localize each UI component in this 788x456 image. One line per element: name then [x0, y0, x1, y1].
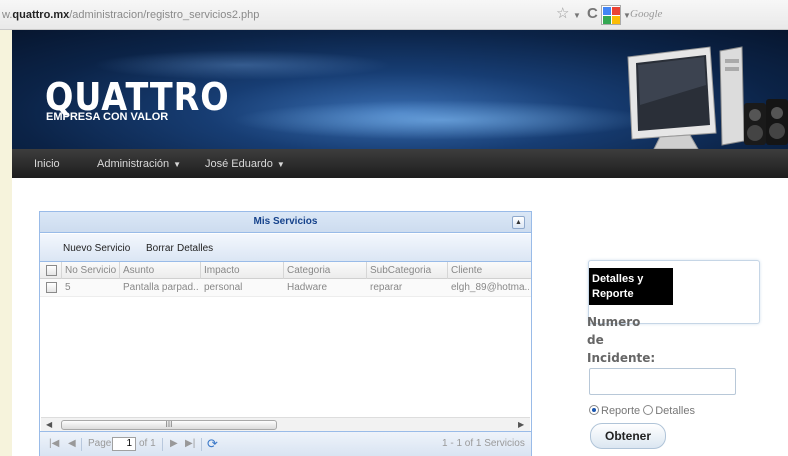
- grid-column-header: No Servicio Asunto Impacto Categoria Sub…: [40, 262, 531, 279]
- chevron-down-icon: ▼: [276, 160, 285, 169]
- page-root: w.quattro.mx/administracion/registro_ser…: [0, 0, 788, 456]
- obtener-button[interactable]: Obtener: [590, 423, 666, 449]
- url-text[interactable]: w.quattro.mx/administracion/registro_ser…: [2, 9, 259, 21]
- radio-option-detalles[interactable]: Detalles: [643, 405, 695, 417]
- last-page-icon[interactable]: ▶|: [185, 438, 195, 449]
- main-nav: Inicio Administración ▼ José Eduardo ▼: [12, 149, 788, 178]
- grid-title: Mis Servicios: [253, 216, 318, 227]
- radio-button-selected[interactable]: [589, 405, 599, 415]
- nav-item-label: José Eduardo: [205, 158, 273, 170]
- prev-page-icon[interactable]: ◀: [68, 438, 76, 449]
- table-row[interactable]: 5 Pantalla parpad... personal Hadware re…: [40, 279, 531, 297]
- services-grid: Mis Servicios ▲ Nuevo Servicio Borrar De…: [39, 211, 532, 456]
- refresh-icon[interactable]: ⟳: [207, 436, 218, 452]
- table-cell: reparar: [370, 282, 403, 293]
- table-cell: personal: [204, 282, 243, 293]
- computer-image: [627, 46, 788, 149]
- google-engine-icon[interactable]: [601, 5, 621, 25]
- grid-pager: |◀ ◀ Page 1 of 1 ▶ ▶| ⟳ 1 - 1 of 1 Servi…: [40, 431, 531, 456]
- column-divider: [283, 262, 284, 279]
- column-header[interactable]: Cliente: [451, 265, 482, 276]
- column-header[interactable]: SubCategoria: [370, 265, 431, 276]
- nav-item-inicio[interactable]: Inicio: [34, 158, 60, 170]
- first-page-icon[interactable]: |◀: [49, 438, 59, 449]
- delete-button[interactable]: Borrar: [146, 243, 174, 254]
- radio-label: Reporte: [601, 405, 641, 417]
- radio-label: Detalles: [655, 405, 695, 417]
- scroll-grip: III: [165, 420, 173, 429]
- incident-number-label: Numero de Incidente:: [587, 315, 656, 365]
- chevron-down-icon: ▼: [173, 160, 182, 169]
- url-path: /administracion/registro_servicios2.php: [69, 9, 260, 21]
- left-margin: [0, 30, 12, 456]
- header-banner: QUATTRO EMPRESA CON VALOR: [12, 30, 788, 149]
- pager-divider: [162, 438, 163, 451]
- pager-divider: [201, 438, 202, 451]
- nav-item-label: Inicio: [34, 158, 60, 170]
- brand-tagline: EMPRESA CON VALOR: [46, 111, 169, 123]
- grid-header: Mis Servicios ▲: [40, 212, 531, 233]
- nav-item-label: Administración: [97, 158, 170, 170]
- chevron-up-icon: ▲: [515, 219, 522, 226]
- search-input[interactable]: Google: [630, 8, 788, 20]
- nav-item-user[interactable]: José Eduardo ▼: [205, 158, 285, 170]
- table-cell: Pantalla parpad...: [123, 282, 199, 293]
- next-page-icon[interactable]: ▶: [170, 438, 178, 449]
- scroll-thumb[interactable]: III: [61, 420, 277, 430]
- column-divider: [119, 262, 120, 279]
- bookmark-star-icon[interactable]: ☆: [556, 6, 569, 22]
- horizontal-scrollbar[interactable]: ◀ III ▶: [41, 417, 530, 431]
- nav-item-administracion[interactable]: Administración ▼: [97, 158, 181, 170]
- table-cell: elgh_89@hotma...: [451, 282, 529, 293]
- scroll-right-icon[interactable]: ▶: [518, 420, 524, 429]
- page-number-input[interactable]: 1: [112, 437, 136, 451]
- reload-icon[interactable]: C: [587, 6, 598, 22]
- details-form-title: Detalles y Reporte: [589, 268, 673, 305]
- collapse-button[interactable]: ▲: [512, 216, 525, 229]
- column-header[interactable]: Categoria: [287, 265, 330, 276]
- details-button[interactable]: Detalles: [177, 243, 213, 254]
- column-header[interactable]: No Servicio: [65, 265, 116, 276]
- select-all-checkbox[interactable]: [46, 265, 57, 276]
- scroll-left-icon[interactable]: ◀: [46, 420, 52, 429]
- column-divider: [200, 262, 201, 279]
- column-divider: [447, 262, 448, 279]
- table-cell: Hadware: [287, 282, 328, 293]
- column-header[interactable]: Asunto: [123, 265, 154, 276]
- incident-number-input[interactable]: [589, 368, 736, 395]
- pager-summary: 1 - 1 of 1 Servicios: [442, 438, 525, 449]
- banner-light-streak: [232, 100, 652, 140]
- table-cell: 5: [65, 282, 71, 293]
- history-dropdown-icon[interactable]: ▼: [573, 11, 581, 20]
- page-label: Page: [88, 438, 112, 449]
- radio-option-reporte[interactable]: Reporte: [589, 405, 640, 417]
- column-header[interactable]: Impacto: [204, 265, 240, 276]
- report-type-radio-group: Reporte Detalles: [589, 405, 695, 417]
- new-service-button[interactable]: Nuevo Servicio: [63, 243, 130, 254]
- radio-button[interactable]: [643, 405, 654, 415]
- pager-divider: [81, 438, 82, 451]
- column-divider: [366, 262, 367, 279]
- url-domain: quattro.mx: [12, 9, 70, 21]
- column-divider: [61, 262, 62, 279]
- row-checkbox[interactable]: [46, 282, 57, 293]
- browser-address-bar[interactable]: w.quattro.mx/administracion/registro_ser…: [0, 0, 788, 30]
- grid-toolbar: Nuevo Servicio Borrar Detalles: [40, 234, 531, 262]
- page-count-label: of 1: [139, 438, 156, 449]
- url-prefix: w.: [2, 9, 13, 21]
